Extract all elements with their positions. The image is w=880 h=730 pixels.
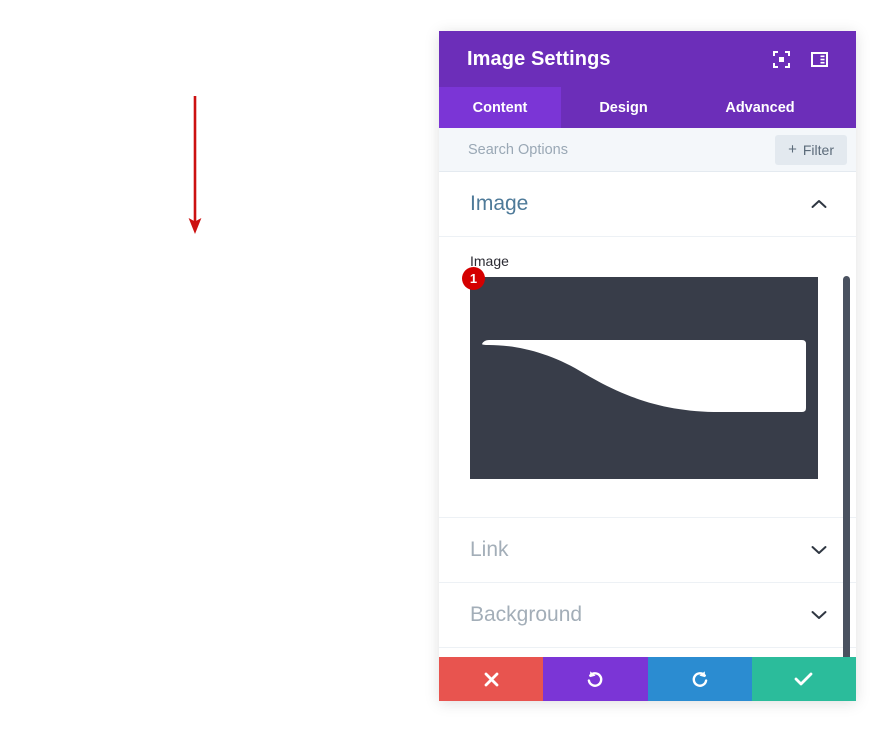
step-badge-1: 1: [462, 267, 485, 290]
redo-button[interactable]: [647, 657, 752, 701]
tab-design[interactable]: Design: [561, 87, 686, 128]
red-down-arrow-icon: [188, 96, 202, 234]
undo-button[interactable]: [543, 657, 648, 701]
chevron-down-icon[interactable]: [811, 610, 827, 620]
cancel-button[interactable]: [439, 657, 544, 701]
search-row: + Filter: [439, 128, 856, 172]
section-title-image: Image: [470, 192, 529, 215]
image-field: Image 1: [439, 237, 856, 518]
section-title-background: Background: [470, 603, 583, 626]
filter-button-label: Filter: [802, 141, 834, 158]
filter-button[interactable]: + Filter: [775, 134, 847, 165]
focus-target-icon[interactable]: [766, 44, 796, 74]
page-title: Image Settings: [467, 47, 611, 70]
image-settings-panel: Image Settings Content Design Advanced +…: [439, 31, 856, 701]
section-header-image[interactable]: Image: [439, 172, 856, 237]
chevron-up-icon[interactable]: [811, 199, 827, 209]
redo-arrow-icon: [692, 671, 707, 687]
search-input[interactable]: [468, 141, 776, 158]
panel-action-bar: [439, 657, 856, 701]
close-x-icon: [484, 672, 499, 686]
section-header-admin-label[interactable]: Admin Label: [439, 648, 856, 657]
chevron-down-icon[interactable]: [811, 545, 827, 555]
panel-layout-icon[interactable]: [804, 44, 834, 74]
plus-icon: +: [788, 141, 797, 158]
image-preview-wrapper: 1: [462, 267, 827, 479]
undo-arrow-icon: [588, 671, 603, 687]
panel-header: Image Settings: [439, 31, 856, 87]
image-field-label: Image: [470, 253, 509, 269]
tab-advanced[interactable]: Advanced: [686, 87, 834, 128]
image-preview[interactable]: [470, 277, 818, 479]
panel-tabs: Content Design Advanced: [439, 87, 856, 128]
tab-content[interactable]: Content: [439, 87, 561, 128]
section-header-link[interactable]: Link: [439, 518, 856, 583]
checkmark-icon: [794, 672, 813, 686]
panel-scrollbar-track[interactable]: [843, 172, 853, 657]
section-title-link: Link: [470, 538, 509, 561]
section-header-background[interactable]: Background: [439, 583, 856, 648]
save-button[interactable]: [751, 657, 856, 701]
red-down-arrow-annotation: [186, 96, 204, 234]
panel-scroll-body: Image Image 1 Link Background: [439, 172, 856, 657]
panel-scrollbar-thumb[interactable]: [843, 276, 850, 657]
